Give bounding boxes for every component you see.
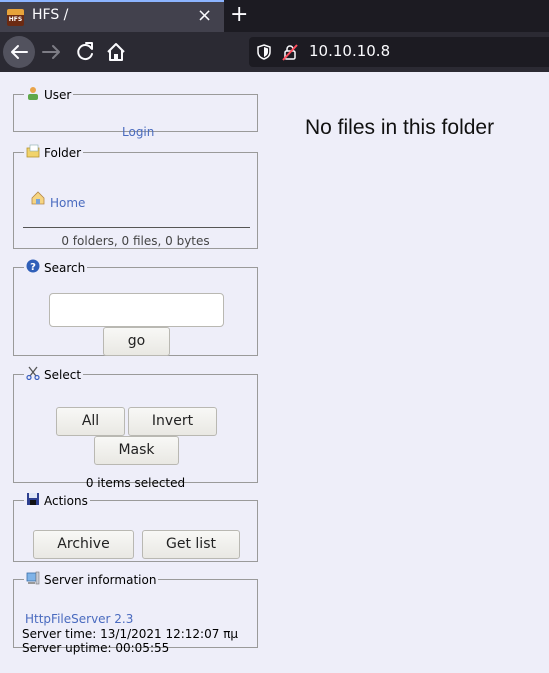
archive-button[interactable]: Archive xyxy=(33,530,134,559)
empty-folder-message: No files in this folder xyxy=(305,116,495,139)
login-link[interactable]: Login xyxy=(122,125,154,139)
browser-chrome: HFS HFS / × + 10.10.10.8 xyxy=(0,0,549,72)
back-arrow-icon xyxy=(11,45,28,59)
scissors-icon xyxy=(26,366,40,380)
select-all-button[interactable]: All xyxy=(56,407,125,436)
insecure-lock-icon[interactable] xyxy=(282,43,298,61)
computer-icon xyxy=(26,571,40,585)
go-button[interactable]: go xyxy=(103,327,170,356)
tracking-shield-icon[interactable] xyxy=(257,44,271,60)
get-list-button[interactable]: Get list xyxy=(142,530,240,559)
navigation-toolbar: 10.10.10.8 xyxy=(0,32,549,72)
selection-status: 0 items selected xyxy=(85,476,186,490)
select-panel: Select All Invert Mask 0 items selected xyxy=(13,366,258,490)
tab-close-icon[interactable]: × xyxy=(197,6,212,26)
search-input[interactable] xyxy=(49,293,224,327)
folder-divider xyxy=(23,227,250,228)
user-panel: User Login xyxy=(13,86,258,139)
url-text: 10.10.10.8 xyxy=(309,42,391,60)
home-link[interactable]: Home xyxy=(50,196,85,210)
hfs-favicon-icon: HFS xyxy=(7,9,24,26)
forward-arrow-icon[interactable] xyxy=(40,39,64,65)
folder-stats: 0 folders, 0 files, 0 bytes xyxy=(61,234,210,248)
user-legend: User xyxy=(24,86,73,102)
server-info-panel: Server information HttpFileServer 2.3 Se… xyxy=(13,571,258,655)
folder-legend: Folder xyxy=(24,144,83,160)
home-folder-icon xyxy=(31,191,45,205)
svg-text:?: ? xyxy=(30,262,36,273)
new-tab-icon[interactable]: + xyxy=(230,2,248,28)
help-icon: ? xyxy=(26,259,40,273)
server-uptime: Server uptime: 00:05:55 xyxy=(22,641,170,655)
folder-icon xyxy=(26,144,40,158)
floppy-disk-icon xyxy=(27,493,39,505)
browser-tab[interactable]: HFS HFS / × xyxy=(0,0,224,32)
mask-button[interactable]: Mask xyxy=(94,436,179,465)
select-legend: Select xyxy=(24,366,83,382)
folder-panel: Folder Home 0 folders, 0 files, 0 bytes xyxy=(13,144,258,249)
server-time: Server time: 13/1/2021 12:12:07 πμ xyxy=(22,627,239,641)
url-bar[interactable]: 10.10.10.8 xyxy=(249,37,549,67)
actions-legend: Actions xyxy=(24,492,90,508)
search-legend: ? Search xyxy=(24,259,87,275)
back-button[interactable] xyxy=(3,36,35,68)
tab-title: HFS / xyxy=(32,7,69,23)
invert-selection-button[interactable]: Invert xyxy=(128,407,217,436)
reload-icon[interactable] xyxy=(74,40,96,64)
search-panel: ? Search go xyxy=(13,259,258,356)
home-icon[interactable] xyxy=(105,40,127,64)
server-info-legend: Server information xyxy=(24,571,158,587)
hfs-version-link[interactable]: HttpFileServer 2.3 xyxy=(25,612,133,626)
actions-panel: Actions Archive Get list xyxy=(13,492,258,562)
user-icon xyxy=(28,87,38,100)
